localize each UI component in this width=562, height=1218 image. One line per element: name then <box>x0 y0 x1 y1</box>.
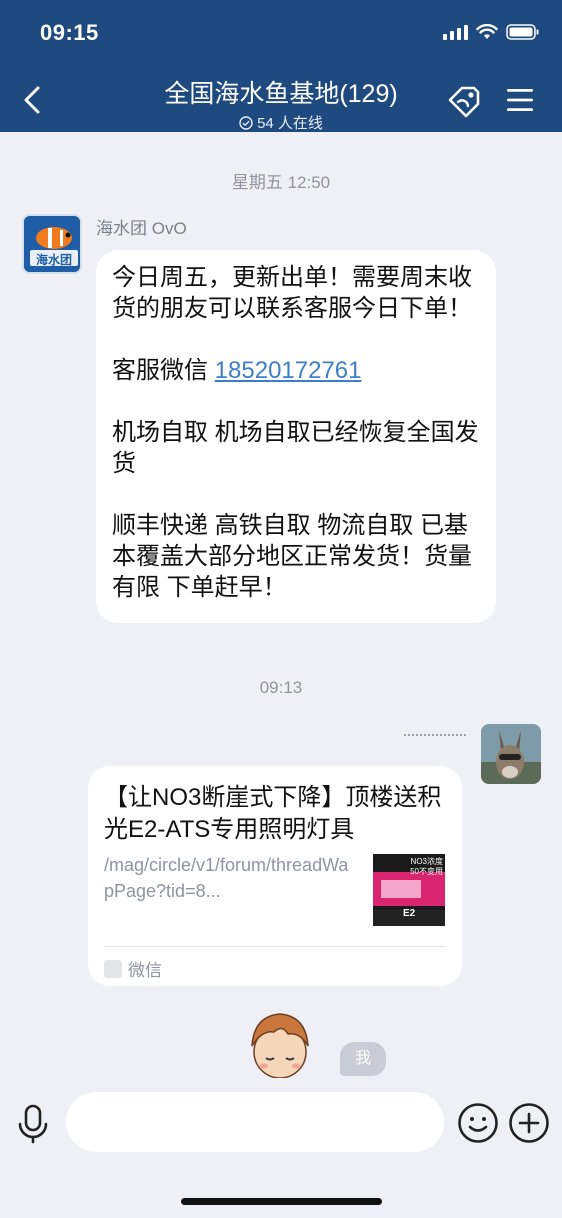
battery-icon <box>506 24 539 40</box>
sending-indicator <box>404 734 466 736</box>
message-input[interactable] <box>66 1092 444 1152</box>
microphone-icon <box>18 1104 48 1144</box>
wechat-icon <box>104 959 122 978</box>
card-thumbnail: NO3浓度 50不变用 E2 <box>373 854 445 926</box>
card-source-label: 微信 <box>128 961 162 980</box>
tag-icon <box>448 86 480 118</box>
more-button[interactable] <box>508 1102 550 1144</box>
thumb-line-2: 50不变用 <box>410 867 443 876</box>
status-time: 09:15 <box>40 20 99 45</box>
donkey-avatar-image <box>481 724 541 784</box>
boy-sticker-image <box>251 1013 309 1078</box>
wifi-icon <box>476 24 498 39</box>
message-text-2: 机场自取 机场自取已经恢复全国发货 顺丰快递 高铁自取 物流自取 已基本覆盖大部… <box>112 419 479 601</box>
my-avatar[interactable] <box>481 724 541 784</box>
home-indicator[interactable] <box>181 1198 382 1205</box>
status-icons <box>443 24 540 40</box>
me-label: 我 <box>340 1042 386 1076</box>
input-bar <box>0 1078 562 1218</box>
thumb-line-3: E2 <box>403 908 416 919</box>
online-count: 54 人在线 <box>239 112 323 133</box>
chat-header: 09:15 全国海水鱼基地(129) 54 人在线 <box>0 0 562 132</box>
card-title: 【让NO3断崖式下降】顶楼送积光E2-ATS专用照明灯具 <box>104 784 442 843</box>
sender-avatar[interactable]: 海水团 <box>22 214 82 274</box>
message-bubble[interactable]: 今日周五，更新出单！需要周末收货的朋友可以联系客服今日下单！ 客服微信 1852… <box>96 250 496 623</box>
menu-button[interactable] <box>500 80 540 120</box>
card-url: /mag/circle/v1/forum/threadWapPage?tid=8… <box>104 855 349 901</box>
emoji-sticker[interactable] <box>244 1006 316 1078</box>
time-separator-2: 09:13 <box>259 678 303 697</box>
emoji-button[interactable] <box>457 1102 499 1144</box>
card-divider <box>104 946 446 947</box>
check-circle-icon <box>239 115 253 130</box>
card-source: 微信 <box>104 956 162 981</box>
voice-button[interactable] <box>12 1102 54 1144</box>
phone-link[interactable]: 18520172761 <box>215 357 362 384</box>
avatar-logo-text: 海水团 <box>35 253 72 267</box>
link-card[interactable]: 【让NO3断崖式下降】顶楼送积光E2-ATS专用照明灯具 /mag/circle… <box>88 766 462 986</box>
online-count-label: 54 人在线 <box>257 115 323 132</box>
menu-icon <box>507 89 533 111</box>
time-separator: 星期五 12:50 <box>231 173 331 192</box>
signal-icon <box>443 24 468 40</box>
plus-circle-icon <box>509 1103 549 1143</box>
sender-name: 海水团 OvO <box>96 219 187 238</box>
smiley-icon <box>458 1103 498 1143</box>
group-tag-button[interactable] <box>444 80 484 120</box>
